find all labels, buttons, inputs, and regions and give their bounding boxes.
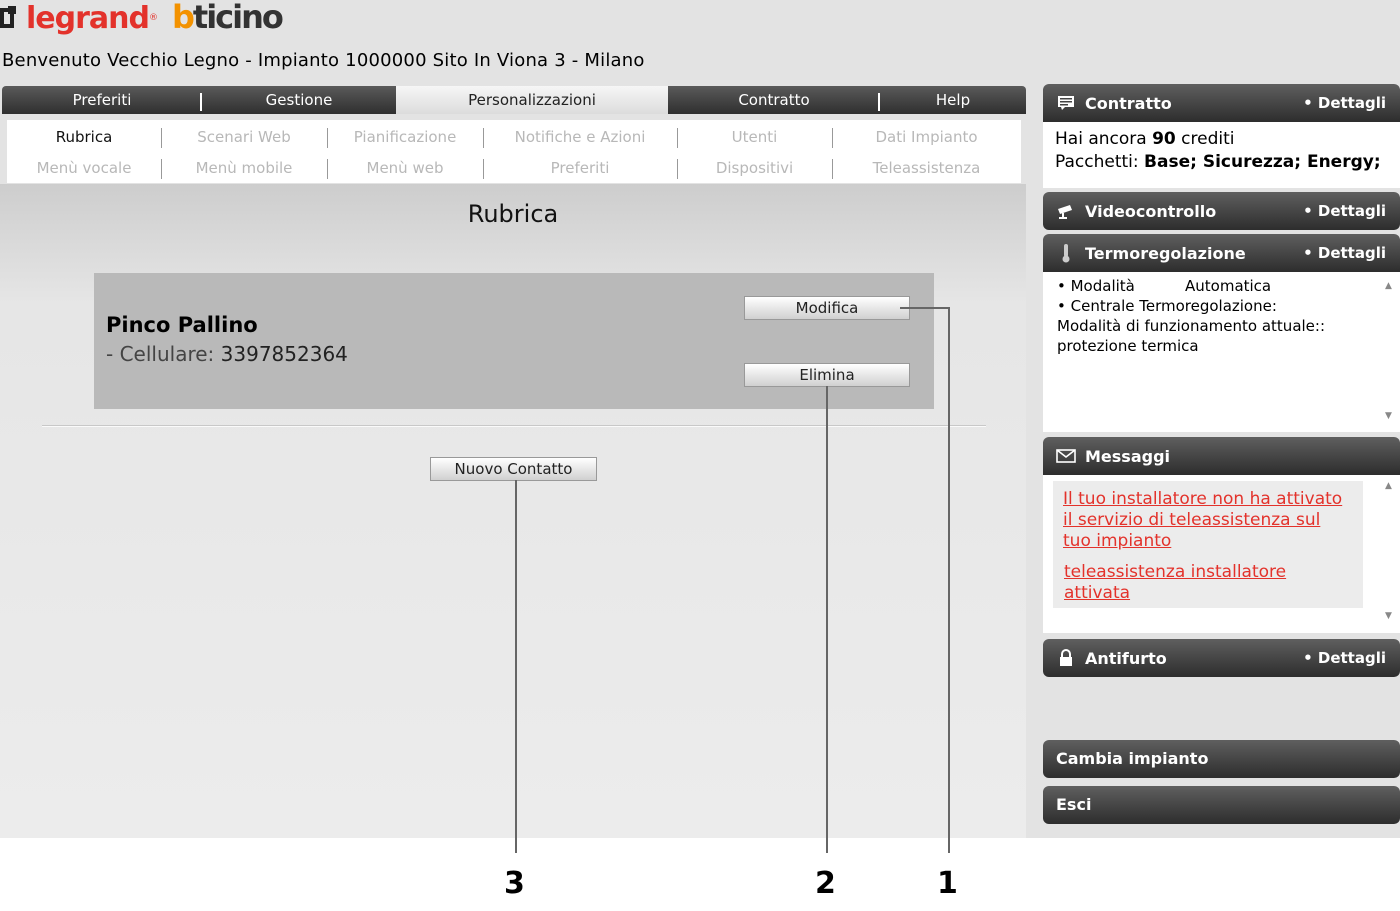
packages-line: Pacchetti: Base; Sicurezza; Energy; [1055, 152, 1381, 172]
subtab-menu: Rubrica Scenari Web Pianificazione Notif… [7, 120, 1021, 183]
delete-contact-button[interactable]: Elimina [744, 363, 910, 387]
callout-number-3: 3 [504, 866, 525, 901]
messaggi-panel-body: Il tuo installatore non ha attivato il s… [1043, 475, 1400, 633]
document-icon [1055, 92, 1077, 114]
videocontrollo-title: Videocontrollo [1085, 201, 1217, 221]
legrand-registered-mark: ® [148, 13, 158, 23]
contratto-details-link[interactable]: • Dettagli [1303, 94, 1386, 112]
main-tabs: Preferiti Gestione Personalizzazioni Con… [2, 86, 1026, 114]
contact-card [94, 273, 934, 409]
termo-central-label: • Centrale Termoregolazione: [1057, 297, 1277, 315]
subtab-scenari-web[interactable]: Scenari Web [161, 122, 327, 152]
antifurto-details-link[interactable]: • Dettagli [1303, 649, 1386, 667]
bticino-logo: bticino [172, 0, 284, 36]
subtab-dati-impianto[interactable]: Dati Impianto [832, 122, 1021, 152]
subtab-dispositivi[interactable]: Dispositivi [677, 153, 832, 183]
termoregolazione-title: Termoregolazione [1085, 243, 1246, 263]
new-contact-button[interactable]: Nuovo Contatto [430, 457, 597, 481]
tab-contratto[interactable]: Contratto [668, 86, 880, 114]
contact-phone-label: - Cellulare: [106, 342, 215, 366]
message-link[interactable]: teleassistenza installatore attivata [1059, 562, 1353, 604]
exit-button[interactable]: Esci [1043, 786, 1400, 824]
termo-current-label: Modalità di funzionamento attuale:: [1057, 317, 1326, 335]
subtab-preferiti[interactable]: Preferiti [483, 153, 677, 183]
subtab-pianificazione[interactable]: Pianificazione [327, 122, 483, 152]
messaggi-scrollbar[interactable]: ▲ ▼ [1384, 481, 1398, 621]
page-title: Rubrica [467, 200, 559, 228]
welcome-text: Benvenuto Vecchio Legno - Impianto 10000… [2, 50, 645, 71]
credits-line: Hai ancora 90 crediti [1055, 129, 1235, 149]
messaggi-panel-header: Messaggi [1043, 437, 1400, 475]
contact-phone: - Cellulare: 3397852364 [106, 342, 348, 366]
packages-value: Base; Sicurezza; Energy; [1144, 152, 1381, 172]
subtab-menu-web[interactable]: Menù web [327, 153, 483, 183]
videocontrollo-details-link[interactable]: • Dettagli [1303, 202, 1386, 220]
termo-scrollbar[interactable]: ▲ ▼ [1384, 276, 1398, 426]
subtab-notifiche-azioni[interactable]: Notifiche e Azioni [483, 122, 677, 152]
edit-contact-button[interactable]: Modifica [744, 296, 910, 320]
termoregolazione-details-link[interactable]: • Dettagli [1303, 244, 1386, 262]
callout-line-3 [515, 480, 517, 853]
subtab-menu-vocale[interactable]: Menù vocale [7, 153, 161, 183]
thermometer-icon [1055, 242, 1077, 264]
envelope-icon [1055, 445, 1077, 467]
contratto-panel-body: Hai ancora 90 crediti Pacchetti: Base; S… [1043, 122, 1400, 188]
callout-number-2: 2 [815, 866, 836, 901]
legrand-logo: legrand ® [0, 0, 158, 36]
antifurto-panel-header[interactable]: Antifurto • Dettagli [1043, 639, 1400, 677]
callout-number-1: 1 [937, 866, 958, 901]
legrand-wordmark: legrand [26, 0, 150, 36]
termo-mode-row: • Modalità Automatica [1057, 277, 1272, 295]
tab-personalizzazioni[interactable]: Personalizzazioni [396, 86, 668, 114]
subtab-row: Menù vocale Menù mobile Menù web Preferi… [7, 153, 1021, 183]
callout-line-2 [826, 386, 828, 853]
callout-line-1 [948, 307, 950, 853]
contratto-panel-header: Contratto • Dettagli [1043, 84, 1400, 122]
change-plant-button[interactable]: Cambia impianto [1043, 740, 1400, 778]
divider [42, 425, 986, 427]
videocontrollo-panel-header[interactable]: Videocontrollo • Dettagli [1043, 192, 1400, 230]
tab-preferiti[interactable]: Preferiti [2, 86, 202, 114]
credits-value: 90 [1152, 129, 1176, 149]
subtab-row: Rubrica Scenari Web Pianificazione Notif… [7, 122, 1021, 152]
lock-icon [1055, 647, 1077, 669]
subtab-menu-mobile[interactable]: Menù mobile [161, 153, 327, 183]
message-link[interactable]: Il tuo installatore non ha attivato il s… [1059, 489, 1353, 552]
subtab-utenti[interactable]: Utenti [677, 122, 832, 152]
contratto-title: Contratto [1085, 93, 1172, 113]
tab-help[interactable]: Help [880, 86, 1026, 114]
tab-gestione[interactable]: Gestione [202, 86, 396, 114]
callout-line-1 [900, 307, 950, 309]
subtab-rubrica[interactable]: Rubrica [7, 122, 161, 152]
termoregolazione-panel-header: Termoregolazione • Dettagli [1043, 234, 1400, 272]
messaggi-title: Messaggi [1085, 446, 1171, 466]
antifurto-title: Antifurto [1085, 648, 1167, 668]
contact-phone-value: 3397852364 [220, 342, 348, 366]
termoregolazione-panel-body: • Modalità Automatica • Centrale Termoreg… [1043, 272, 1400, 432]
camera-icon [1055, 200, 1077, 222]
subtab-teleassistenza[interactable]: Teleassistenza [832, 153, 1021, 183]
legrand-mark-icon [0, 6, 22, 30]
termo-current-value: protezione termica [1057, 337, 1199, 355]
message-list: Il tuo installatore non ha attivato il s… [1053, 481, 1363, 608]
contact-name: Pinco Pallino [106, 313, 258, 337]
